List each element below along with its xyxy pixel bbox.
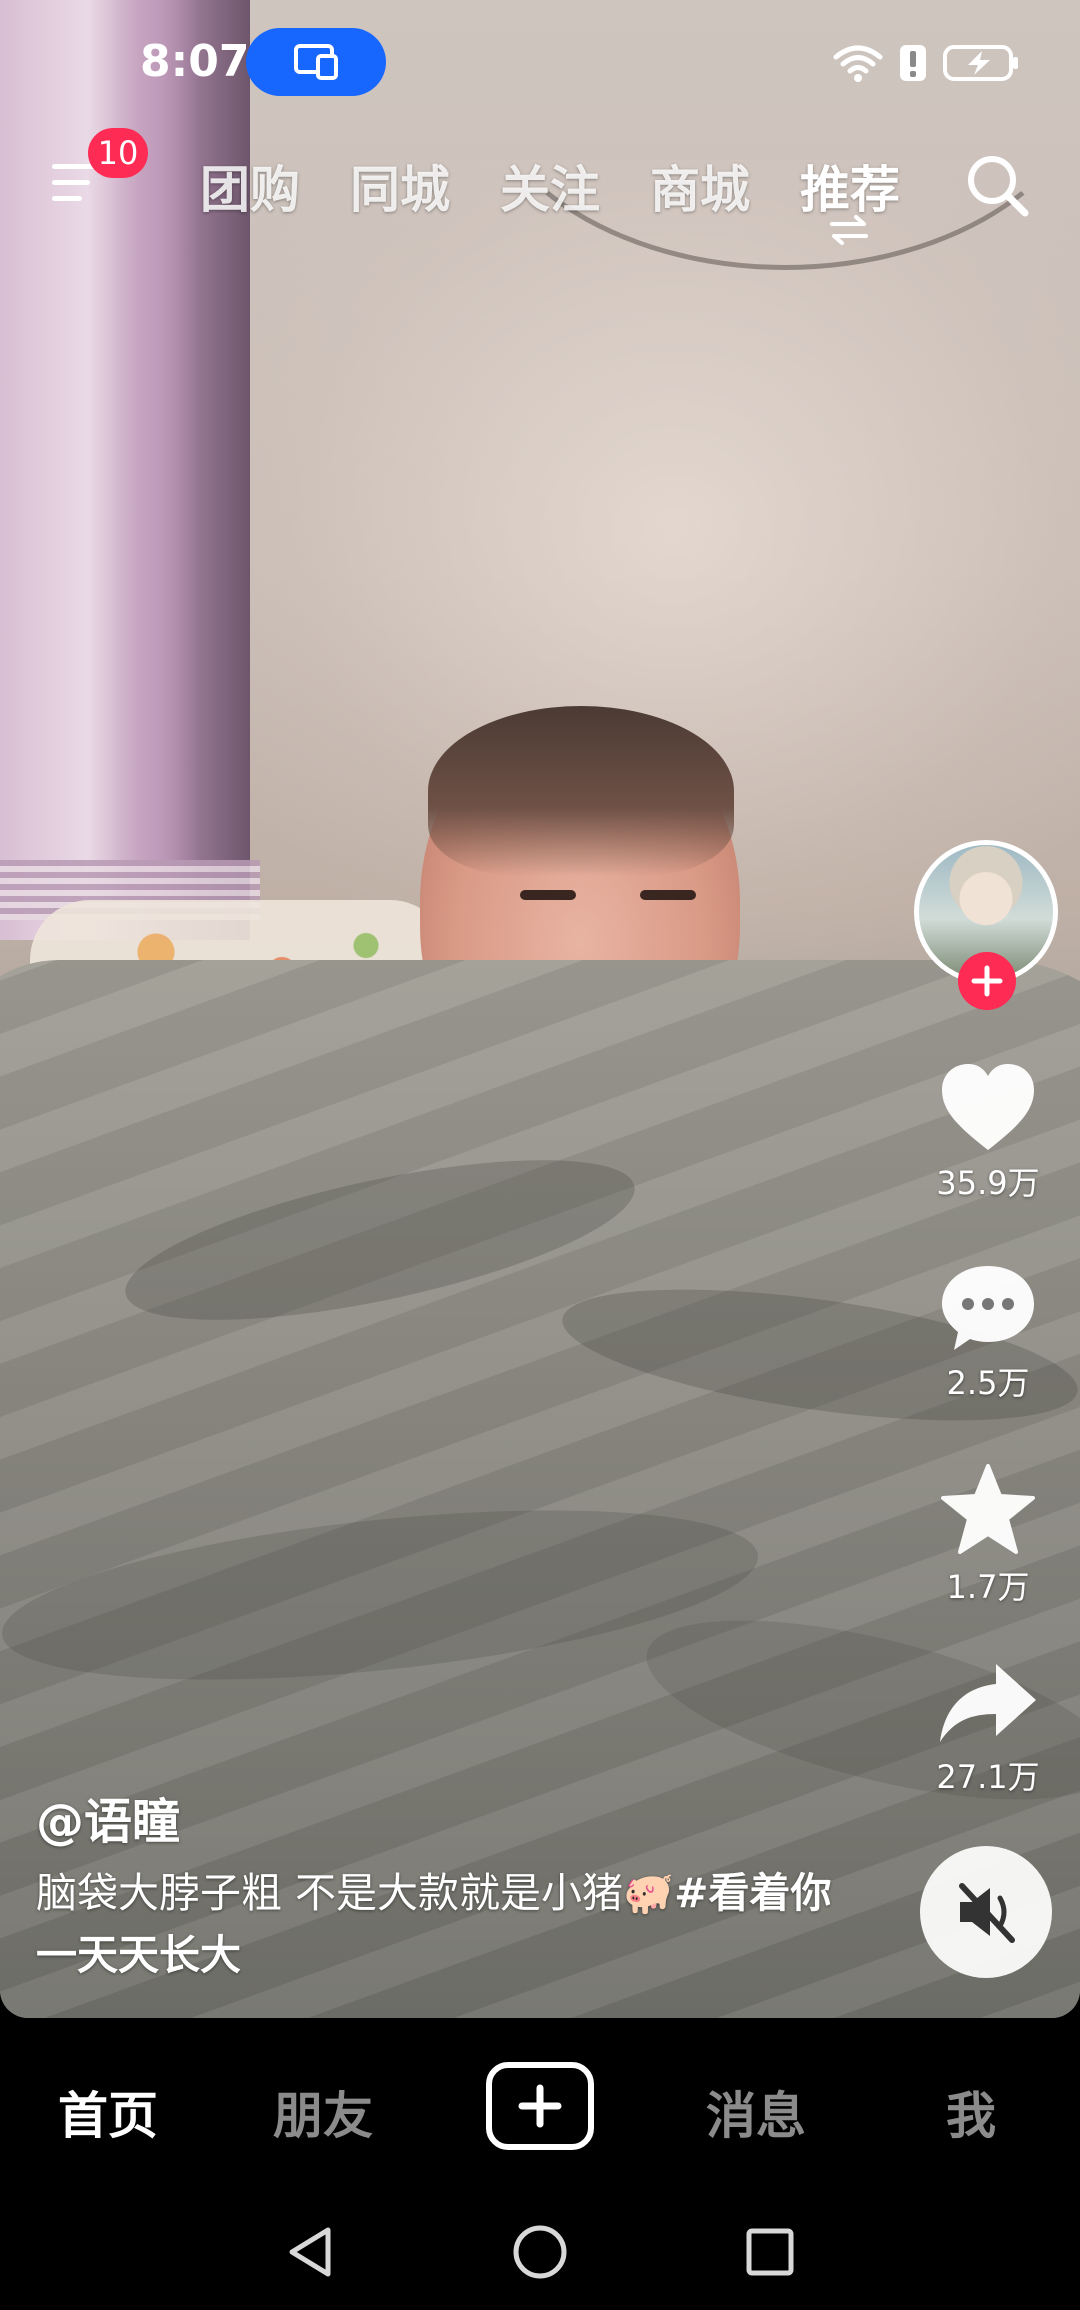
video-caption: 脑袋大脖子粗 不是大款就是小猪🐖#看着你一天天长大 [36,1862,856,1986]
notification-badge: 10 [88,128,148,178]
switch-arrows-icon[interactable] [826,214,872,246]
comment-button[interactable]: 2.5万 [920,1262,1056,1404]
share-count: 27.1万 [936,1758,1040,1796]
screen-cast-pill[interactable] [246,28,386,96]
recents-icon[interactable] [744,2226,796,2278]
plus-icon [518,2084,562,2128]
author-name[interactable]: @语瞳 [36,1782,180,1852]
blanket [0,960,1080,2018]
tab-friends[interactable]: 朋友 [273,2076,373,2148]
battery-charging-icon [943,45,1018,81]
heart-icon [942,1064,1034,1150]
caption-text: 脑袋大脖子粗 不是大款就是小猪🐖 [36,1869,675,1917]
tab-me[interactable]: 我 [946,2076,996,2148]
create-button[interactable] [486,2062,594,2150]
back-icon[interactable] [284,2224,336,2280]
top-tabs: 团购 同城 关注 商城 推荐 [180,150,930,220]
status-time: 8:07 [140,36,250,87]
tab-mall[interactable]: 商城 [650,150,750,222]
baby-right-eye [640,890,696,900]
favorite-button[interactable]: 1.7万 [920,1462,1056,1608]
douyin-video-screen: 8:07 10 团购 同城 关注 商城 推荐 35.9万 2.5万 1.7万 2… [0,0,1080,2310]
comment-icon [942,1266,1034,1350]
baby-hair [428,706,734,876]
like-count: 35.9万 [936,1164,1040,1202]
like-button[interactable]: 35.9万 [920,1062,1056,1204]
system-navigation-bar [0,2198,1080,2310]
screen-cast-icon [294,44,338,80]
mute-button[interactable] [920,1846,1052,1978]
home-icon[interactable] [512,2224,568,2280]
favorite-count: 1.7万 [946,1568,1030,1606]
mute-icon [959,1883,1015,1943]
bottom-tab-bar: 首页 朋友 消息 我 [0,2018,1080,2198]
status-icons [832,40,1020,86]
tab-recommend[interactable]: 推荐 [800,150,900,222]
follow-plus-icon[interactable] [958,952,1016,1010]
tab-messages[interactable]: 消息 [706,2076,806,2148]
tab-nearby[interactable]: 同城 [350,150,450,222]
tab-home[interactable]: 首页 [58,2076,158,2148]
tab-group-buy[interactable]: 团购 [200,150,300,222]
search-icon[interactable] [962,150,1032,220]
tab-following[interactable]: 关注 [500,150,600,222]
alert-icon [900,45,926,81]
share-button[interactable]: 27.1万 [920,1660,1056,1798]
star-icon [941,1464,1035,1554]
baby-left-eye [520,890,576,900]
comment-count: 2.5万 [946,1364,1030,1402]
share-icon [940,1664,1036,1742]
video-player[interactable] [0,0,1080,2018]
wifi-icon [833,45,883,82]
